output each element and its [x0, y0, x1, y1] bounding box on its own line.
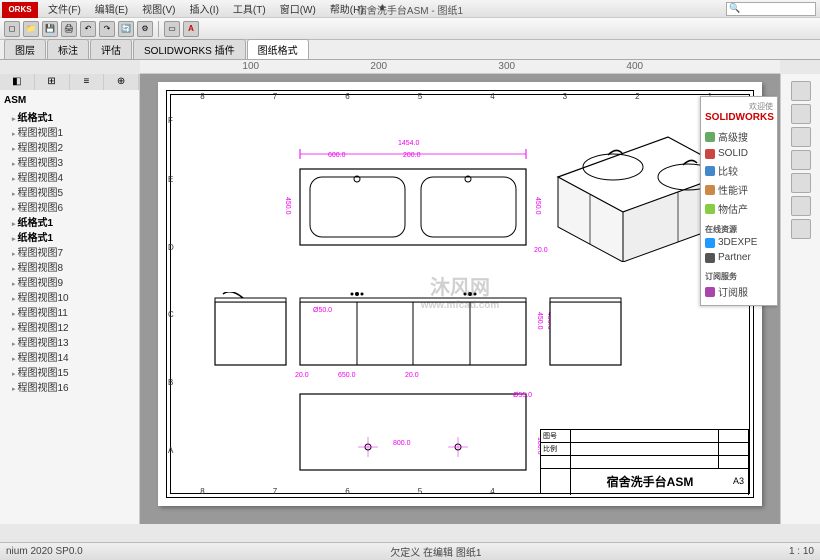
- right-side-view: [548, 292, 623, 367]
- menu-insert[interactable]: 插入(I): [183, 1, 224, 16]
- taskpane-section: 在线资源: [705, 224, 773, 235]
- forum-icon[interactable]: [791, 219, 811, 239]
- dim-total-width: 1454.0: [398, 140, 419, 147]
- tree-view-item[interactable]: 程图视图1: [4, 127, 135, 142]
- title-block: 图号 比例 宿舍洗手台ASMA3: [540, 429, 750, 494]
- status-version: nium 2020 SP0.0: [6, 546, 83, 557]
- bottom-view: [298, 392, 528, 472]
- dim-height2: 450.0: [534, 197, 541, 215]
- tab-evaluate[interactable]: 评估: [90, 39, 132, 59]
- tree-view-item[interactable]: 程图视图2: [4, 142, 135, 157]
- taskpane-item[interactable]: 物估产: [705, 199, 773, 218]
- taskpane-item[interactable]: Partner: [705, 250, 773, 265]
- drawing-canvas[interactable]: 8 7 6 5 4 3 2 1 8 7 6 5 4 3 A B C D E F …: [140, 74, 780, 524]
- tree-view-item[interactable]: 程图视图9: [4, 277, 135, 292]
- ribbon-tabs: 图层 标注 评估 SOLIDWORKS 插件 图纸格式: [0, 40, 820, 60]
- tab-sheet-format[interactable]: 图纸格式: [247, 39, 309, 59]
- taskpane-item[interactable]: 性能评: [705, 180, 773, 199]
- tab-addins[interactable]: SOLIDWORKS 插件: [133, 39, 246, 59]
- tab-layer[interactable]: 图层: [4, 39, 46, 59]
- taskpane-item[interactable]: 比较: [705, 161, 773, 180]
- dim-edge: 20.0: [534, 247, 548, 254]
- dim-dia1: Ø50.0: [313, 307, 332, 314]
- dim-height: 450.0: [284, 197, 291, 215]
- tree-sheet-format-2[interactable]: 纸格式1: [4, 217, 135, 232]
- select-icon[interactable]: ▭: [164, 21, 180, 37]
- top-view: [298, 167, 528, 247]
- taskpane-item[interactable]: SOLID: [705, 146, 773, 161]
- tree-view-item[interactable]: 程图视图4: [4, 172, 135, 187]
- front-view: [298, 292, 528, 367]
- main-toolbar: ◻ 📁 💾 🖨 ↶ ↷ 🔄 ⚙ ▭ A: [0, 18, 820, 40]
- status-state: 欠定义 在编辑 图纸1: [390, 544, 481, 559]
- properties-icon[interactable]: [791, 196, 811, 216]
- dim-front-w1: 650.0: [338, 372, 356, 379]
- tree-sheet-format-1[interactable]: 纸格式1: [4, 112, 135, 127]
- menu-view[interactable]: 视图(V): [136, 1, 181, 16]
- tree-view-item[interactable]: 程图视图3: [4, 157, 135, 172]
- welcome-label: 欢迎使: [705, 101, 773, 112]
- options-icon[interactable]: ⚙: [137, 21, 153, 37]
- feature-tree-panel: ◧⊞≡⊕ ASM 纸格式1 程图视图1 程图视图2 程图视图3 程图视图4 程图…: [0, 74, 140, 524]
- redo-icon[interactable]: ↷: [99, 21, 115, 37]
- tree-view-item[interactable]: 程图视图16: [4, 382, 135, 397]
- horizontal-ruler: 100 200 300 400: [140, 60, 780, 74]
- dim-dia2: Ø55.0: [513, 392, 532, 399]
- dim-half: 600.0: [328, 152, 346, 159]
- tree-view-item[interactable]: 程图视图12: [4, 322, 135, 337]
- status-scale: 1 : 10: [789, 546, 814, 557]
- tree-root[interactable]: ASM: [4, 94, 135, 108]
- taskpane-header: SOLIDWORKS: [705, 112, 773, 123]
- menu-window[interactable]: 窗口(W): [274, 1, 322, 16]
- tree-view-item[interactable]: 程图视图15: [4, 367, 135, 382]
- tree-view-item[interactable]: 程图视图8: [4, 262, 135, 277]
- app-logo: ORKS: [2, 2, 38, 18]
- home-icon[interactable]: [791, 81, 811, 101]
- menu-tools[interactable]: 工具(T): [227, 1, 272, 16]
- tree-view-item[interactable]: 程图视图6: [4, 202, 135, 217]
- dim-front-w2: 20.0: [405, 372, 419, 379]
- taskpane-section: 订阅服务: [705, 271, 773, 282]
- appearances-icon[interactable]: [791, 173, 811, 193]
- library-icon[interactable]: [791, 127, 811, 147]
- tree-sheet-format-3[interactable]: 纸格式1: [4, 232, 135, 247]
- taskpane-item[interactable]: 订阅服: [705, 282, 773, 301]
- rebuild-icon[interactable]: 🔄: [118, 21, 134, 37]
- task-pane: 欢迎使 SOLIDWORKS 高级搜 SOLID 比较 性能评 物估产 在线资源…: [700, 96, 778, 306]
- search-input[interactable]: 🔍: [726, 2, 816, 16]
- undo-icon[interactable]: ↶: [80, 21, 96, 37]
- window-title: 宿舍洗手台ASM - 图纸1: [357, 2, 463, 17]
- text-icon[interactable]: A: [183, 21, 199, 37]
- new-icon[interactable]: ◻: [4, 21, 20, 37]
- task-pane-tabs: [780, 74, 820, 524]
- tree-view-item[interactable]: 程图视图13: [4, 337, 135, 352]
- status-bar: nium 2020 SP0.0 欠定义 在编辑 图纸1 1 : 10: [0, 542, 820, 560]
- open-icon[interactable]: 📁: [23, 21, 39, 37]
- tree-view-item[interactable]: 程图视图14: [4, 352, 135, 367]
- side-view: [213, 292, 288, 367]
- tree-view-item[interactable]: 程图视图10: [4, 292, 135, 307]
- dim-front-h: 450.0: [536, 312, 543, 330]
- dim-gap: 200.0: [403, 152, 421, 159]
- drawing-sheet: 8 7 6 5 4 3 2 1 8 7 6 5 4 3 A B C D E F …: [158, 82, 762, 506]
- print-icon[interactable]: 🖨: [61, 21, 77, 37]
- taskpane-item[interactable]: 3DEXPE: [705, 235, 773, 250]
- tree-tabs[interactable]: ◧⊞≡⊕: [0, 74, 139, 90]
- tree-view-item[interactable]: 程图视图7: [4, 247, 135, 262]
- menu-edit[interactable]: 编辑(E): [89, 1, 134, 16]
- view-palette-icon[interactable]: [791, 150, 811, 170]
- taskpane-item[interactable]: 高级搜: [705, 127, 773, 146]
- save-icon[interactable]: 💾: [42, 21, 58, 37]
- dim-bottom-w: 800.0: [393, 440, 411, 447]
- tab-annotate[interactable]: 标注: [47, 39, 89, 59]
- dim-front-le: 20.0: [295, 372, 309, 379]
- menu-file[interactable]: 文件(F): [42, 1, 87, 16]
- resources-icon[interactable]: [791, 104, 811, 124]
- tree-view-item[interactable]: 程图视图11: [4, 307, 135, 322]
- tree-view-item[interactable]: 程图视图5: [4, 187, 135, 202]
- drawing-title: 宿舍洗手台ASM: [571, 469, 729, 495]
